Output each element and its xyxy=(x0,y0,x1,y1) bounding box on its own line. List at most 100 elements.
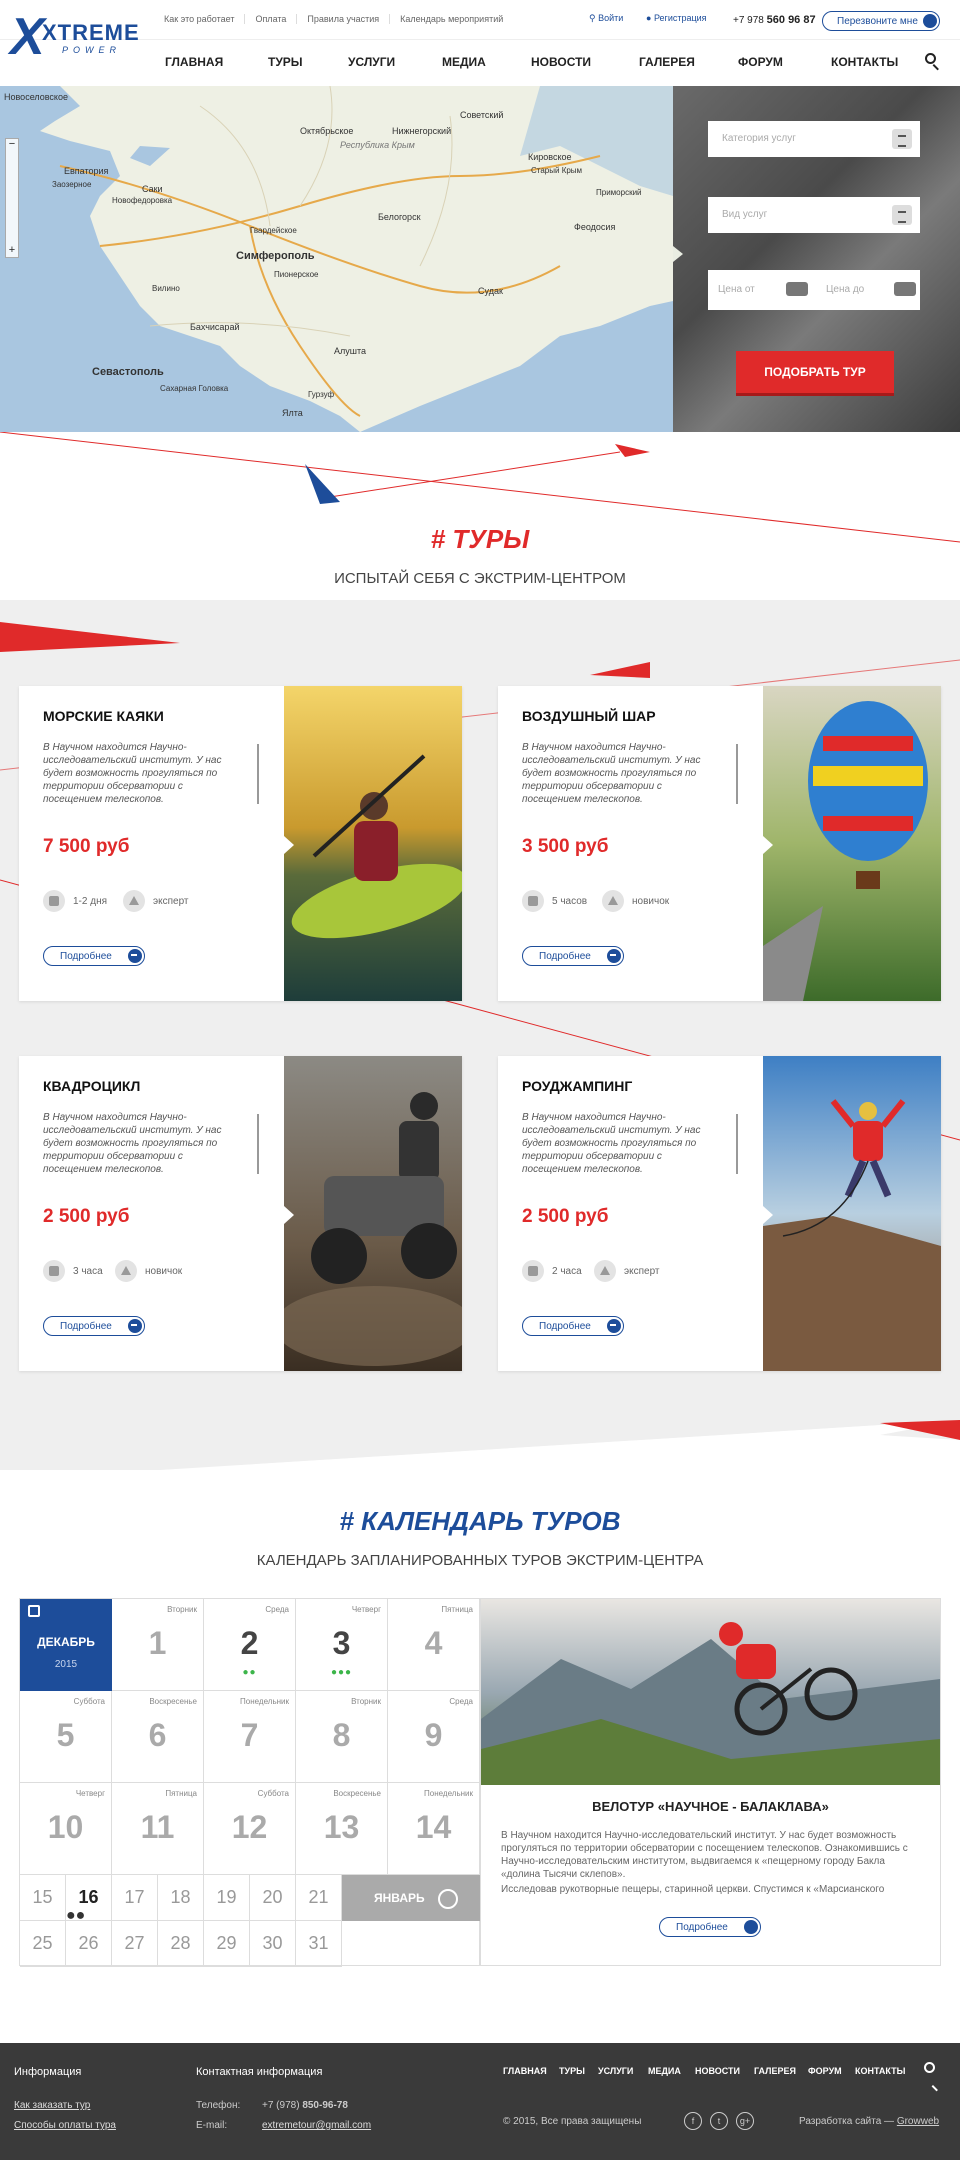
footer-nav-item[interactable]: УСЛУГИ xyxy=(598,2066,633,2076)
tour-card[interactable]: ВОЗДУШНЫЙ ШАР В Научном находится Научно… xyxy=(498,686,941,1001)
nav-item-tours[interactable]: ТУРЫ xyxy=(268,55,303,69)
search-icon[interactable] xyxy=(924,2062,940,2092)
price-to-toggle[interactable] xyxy=(894,282,916,296)
description-scrollbar[interactable] xyxy=(736,744,738,804)
calendar-day-cell-small[interactable]: 19 xyxy=(204,1875,250,1921)
calendar-day-cell-small[interactable]: 15 xyxy=(20,1875,66,1921)
footer-nav-item[interactable]: НОВОСТИ xyxy=(695,2066,740,2076)
calendar-day-cell[interactable]: Вторник 1 xyxy=(112,1599,204,1691)
footer-email[interactable]: extremetour@gmail.com xyxy=(262,2120,371,2131)
nav-item-services[interactable]: УСЛУГИ xyxy=(348,55,395,69)
footer-nav-item[interactable]: КОНТАКТЫ xyxy=(855,2066,905,2076)
calendar-day-cell-small[interactable]: 30 xyxy=(250,1921,296,1967)
map-label: Приморский xyxy=(596,188,642,197)
map-zoom-control[interactable]: − + xyxy=(5,138,19,258)
service-type-select[interactable]: Вид услуг xyxy=(708,197,920,233)
calendar-day-cell[interactable]: Вторник 8 xyxy=(296,1691,388,1783)
calendar-day-cell[interactable]: Пятница 4 xyxy=(388,1599,480,1691)
more-button[interactable]: Подробнее xyxy=(659,1917,761,1937)
google-plus-icon[interactable]: g+ xyxy=(736,2112,754,2130)
description-scrollbar[interactable] xyxy=(257,744,259,804)
more-button[interactable]: Подробнее xyxy=(522,946,624,966)
twitter-icon[interactable]: t xyxy=(710,2112,728,2130)
footer-link[interactable]: Способы оплаты тура xyxy=(14,2120,116,2131)
map-label: Белогорск xyxy=(378,212,421,222)
nav-item-contacts[interactable]: КОНТАКТЫ xyxy=(831,55,898,69)
category-select[interactable]: Категория услуг xyxy=(708,121,920,157)
tours-subtitle: ИСПЫТАЙ СЕБЯ С ЭКСТРИМ-ЦЕНТРОМ xyxy=(334,570,626,587)
calendar-day-cell[interactable]: Суббота 12 xyxy=(204,1783,296,1875)
next-month-button[interactable]: ЯНВАРЬ xyxy=(342,1875,480,1921)
calendar-day-cell[interactable]: Суббота 5 xyxy=(20,1691,112,1783)
footer-link[interactable]: Как заказать тур xyxy=(14,2100,90,2111)
more-button[interactable]: Подробнее xyxy=(43,946,145,966)
nav-item-media[interactable]: МЕДИА xyxy=(442,55,486,69)
calendar-day-cell[interactable]: Понедельник 14 xyxy=(388,1783,480,1875)
top-link[interactable]: Как это работает xyxy=(156,14,246,24)
phone: +7 978 560 96 87 xyxy=(733,14,816,26)
day-number: 10 xyxy=(47,1809,84,1845)
day-of-week: Воскресенье xyxy=(333,1789,381,1798)
event-card[interactable]: ВЕЛОТУР «НАУЧНОЕ - БАЛАКЛАВА» В Научном … xyxy=(480,1598,941,1966)
top-link[interactable]: Оплата xyxy=(245,14,298,24)
footer-nav-item[interactable]: МЕДИА xyxy=(648,2066,681,2076)
more-label: Подробнее xyxy=(676,1922,728,1933)
calendar-day-cell[interactable]: Пятница 11 xyxy=(112,1783,204,1875)
event-dots: ●●● xyxy=(330,1667,353,1678)
top-link[interactable]: Правила участия xyxy=(297,14,391,24)
developer-credit: Разработка сайта — Growweb xyxy=(799,2116,939,2127)
price-from-input[interactable]: Цена от xyxy=(718,284,755,295)
calendar-day-cell-small[interactable]: 29 xyxy=(204,1921,250,1967)
zoom-in-icon[interactable]: + xyxy=(6,245,18,257)
tour-card[interactable]: МОРСКИЕ КАЯКИ В Научном находится Научно… xyxy=(19,686,462,1001)
footer-nav-item[interactable]: ФОРУМ xyxy=(808,2066,842,2076)
tour-card[interactable]: РОУДЖАМПИНГ В Научном находится Научно-и… xyxy=(498,1056,941,1371)
top-link[interactable]: Календарь мероприятий xyxy=(390,14,513,24)
facebook-icon[interactable]: f xyxy=(684,2112,702,2130)
price-to-input[interactable]: Цена до xyxy=(826,284,864,295)
calendar-day-cell[interactable]: Среда 9 xyxy=(388,1691,480,1783)
dev-link[interactable]: Growweb xyxy=(897,2116,939,2127)
more-button[interactable]: Подробнее xyxy=(43,1316,145,1336)
footer-nav-item[interactable]: ГАЛЕРЕЯ xyxy=(754,2066,796,2076)
nav-item-forum[interactable]: ФОРУМ xyxy=(738,55,783,69)
footer-nav-item[interactable]: ТУРЫ xyxy=(559,2066,585,2076)
calendar-day-cell[interactable]: Четверг 3 ●●● xyxy=(296,1599,388,1691)
zoom-out-icon[interactable]: − xyxy=(6,139,18,151)
calendar-day-cell-small[interactable]: 21 xyxy=(296,1875,342,1921)
day-of-week: Среда xyxy=(265,1605,289,1614)
calendar-day-cell[interactable]: Среда 2 ●● xyxy=(204,1599,296,1691)
map[interactable]: Новоселовское Советский Октябрьское Нижн… xyxy=(0,86,673,432)
tour-card[interactable]: КВАДРОЦИКЛ В Научном находится Научно-ис… xyxy=(19,1056,462,1371)
map-label: Кировское xyxy=(528,152,572,162)
calendar-day-cell-small[interactable]: 18 xyxy=(158,1875,204,1921)
register-link[interactable]: ● Регистрация xyxy=(646,13,707,23)
calendar-day-cell[interactable]: Воскресенье 13 xyxy=(296,1783,388,1875)
nav-item-home[interactable]: ГЛАВНАЯ xyxy=(165,55,223,69)
more-button[interactable]: Подробнее xyxy=(522,1316,624,1336)
calendar-day-cell-small[interactable]: 31 xyxy=(296,1921,342,1967)
login-link[interactable]: ⚲ Войти xyxy=(589,13,623,24)
calendar-day-cell-small[interactable]: 17 xyxy=(112,1875,158,1921)
nav-item-news[interactable]: НОВОСТИ xyxy=(531,55,591,69)
price-from-toggle[interactable] xyxy=(786,282,808,296)
description-scrollbar[interactable] xyxy=(257,1114,259,1174)
more-label: Подробнее xyxy=(539,1321,591,1332)
calendar-day-cell[interactable]: Четверг 10 xyxy=(20,1783,112,1875)
find-tour-button[interactable]: ПОДОБРАТЬ ТУР xyxy=(736,351,894,393)
calendar-day-cell-small[interactable]: 25 xyxy=(20,1921,66,1967)
callback-button[interactable]: Перезвоните мне xyxy=(822,11,940,31)
footer-nav-item[interactable]: ГЛАВНАЯ xyxy=(503,2066,547,2076)
calendar-day-cell-small[interactable]: 20 xyxy=(250,1875,296,1921)
search-icon[interactable] xyxy=(925,53,941,71)
calendar-day-cell-small[interactable]: 26 xyxy=(66,1921,112,1967)
nav-item-gallery[interactable]: ГАЛЕРЕЯ xyxy=(639,55,695,69)
user-pin-icon: ⚲ xyxy=(589,13,599,23)
calendar-day-cell-small[interactable]: 28 xyxy=(158,1921,204,1967)
description-scrollbar[interactable] xyxy=(736,1114,738,1174)
calendar-day-cell[interactable]: Понедельник 7 xyxy=(204,1691,296,1783)
tour-level: новичок xyxy=(115,1260,182,1282)
calendar-day-cell[interactable]: Воскресенье 6 xyxy=(112,1691,204,1783)
calendar-day-cell-small[interactable]: 27 xyxy=(112,1921,158,1967)
logo[interactable]: X XTREME POWER xyxy=(10,11,140,63)
